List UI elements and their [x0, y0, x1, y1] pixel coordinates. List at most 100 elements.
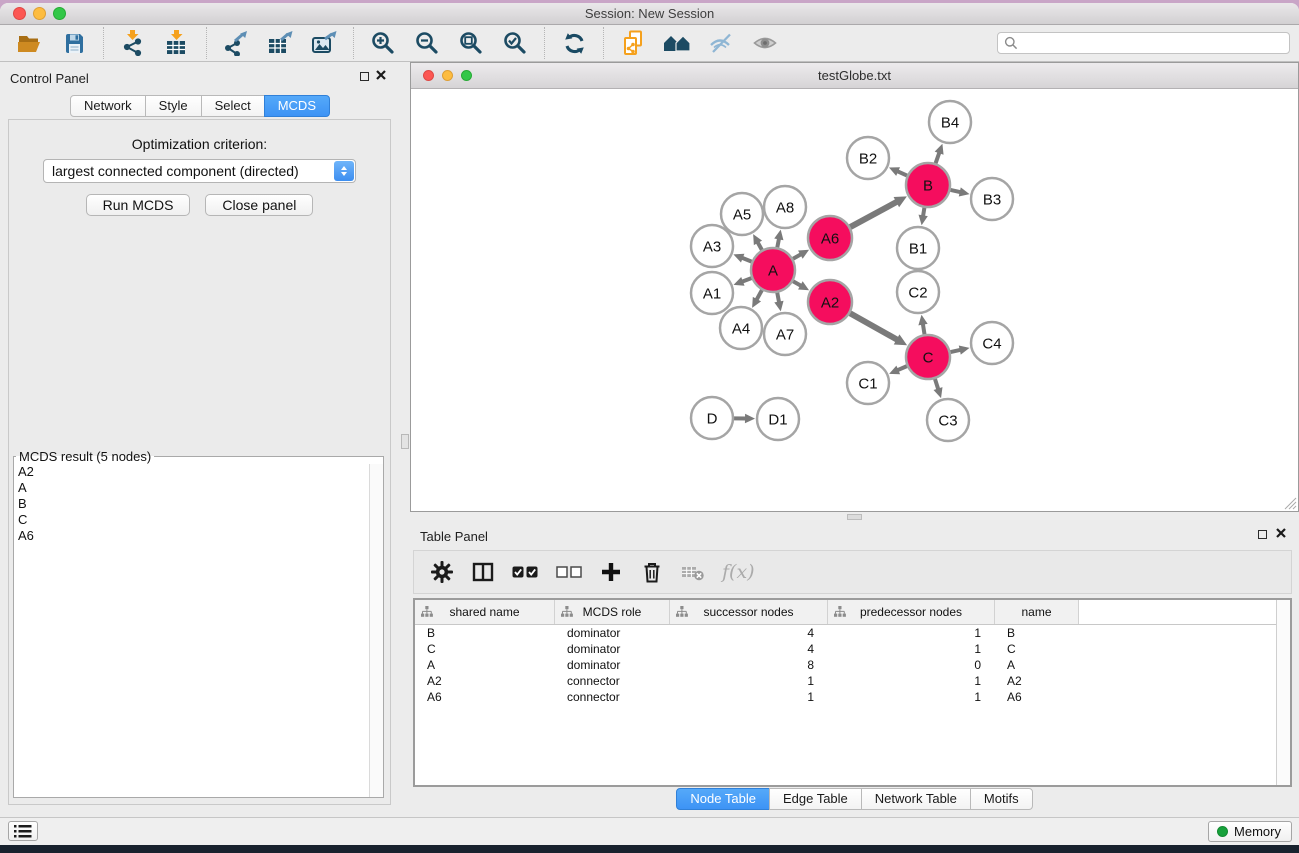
network-canvas[interactable]: B4B2BB3A5A8A6A3B1AA1C2A2A4A7C4CC1DD1C3 [411, 89, 1298, 511]
close-window-button[interactable] [13, 7, 26, 20]
network-graph[interactable]: B4B2BB3A5A8A6A3B1AA1C2A2A4A7C4CC1DD1C3 [411, 89, 1296, 511]
select-all-columns-button[interactable] [512, 559, 539, 585]
tab-style[interactable]: Style [145, 95, 202, 117]
network-close-button[interactable] [423, 70, 434, 81]
zoom-window-button[interactable] [53, 7, 66, 20]
deselect-all-columns-button[interactable] [556, 559, 582, 585]
cell-predecessor-nodes[interactable]: 0 [828, 658, 995, 672]
cell-predecessor-nodes[interactable]: 1 [828, 626, 995, 640]
float-panel-icon[interactable] [360, 72, 369, 81]
show-all-button[interactable] [746, 26, 784, 60]
column-header-mcds-role[interactable]: MCDS role [555, 600, 670, 624]
cell-mcds-role[interactable]: dominator [555, 658, 670, 672]
cell-shared-name[interactable]: A2 [415, 674, 555, 688]
export-table-button[interactable] [261, 26, 299, 60]
zoom-selected-button[interactable] [496, 26, 534, 60]
split-columns-button[interactable] [471, 559, 495, 585]
refresh-network-button[interactable] [555, 26, 593, 60]
cell-name[interactable]: A2 [995, 674, 1079, 688]
cell-shared-name[interactable]: A [415, 658, 555, 672]
tab-motifs[interactable]: Motifs [970, 788, 1033, 810]
import-table-button[interactable] [158, 26, 196, 60]
tab-select[interactable]: Select [201, 95, 265, 117]
table-scrollbar[interactable] [1276, 600, 1290, 785]
cell-shared-name[interactable]: C [415, 642, 555, 656]
duplicate-network-button[interactable] [614, 26, 652, 60]
networks-home-button[interactable] [658, 26, 696, 60]
table-settings-button[interactable] [430, 559, 454, 585]
edge-C-C4[interactable] [950, 350, 961, 352]
mcds-result-item[interactable]: A [14, 480, 370, 496]
open-session-button[interactable] [11, 26, 49, 60]
tab-mcds[interactable]: MCDS [264, 95, 330, 117]
table-row[interactable]: Bdominator41B [415, 625, 1290, 641]
cell-successor-nodes[interactable]: 4 [670, 626, 828, 640]
splitter-grip-icon[interactable] [401, 434, 409, 449]
zoom-in-button[interactable] [364, 26, 402, 60]
optimization-criterion-select[interactable]: largest connected component (directed) [43, 159, 356, 183]
close-panel-button[interactable]: Close panel [205, 194, 313, 216]
mcds-result-item[interactable]: B [14, 496, 370, 512]
hide-selected-button[interactable] [702, 26, 740, 60]
mcds-result-item[interactable]: A2 [14, 464, 370, 480]
column-header-name[interactable]: name [995, 600, 1079, 624]
mcds-result-list[interactable]: A2ABCA6 [14, 464, 370, 797]
edge-B-B2[interactable] [897, 171, 907, 176]
edge-A-A1[interactable] [741, 278, 751, 282]
table-row[interactable]: Adominator80A [415, 657, 1290, 673]
column-header-shared-name[interactable]: shared name [415, 600, 555, 624]
edge-A6-B[interactable] [850, 201, 897, 227]
cell-name[interactable]: A [995, 658, 1079, 672]
cell-successor-nodes[interactable]: 1 [670, 690, 828, 704]
search-box[interactable] [997, 32, 1290, 54]
mcds-result-item[interactable]: A6 [14, 528, 370, 544]
memory-button[interactable]: Memory [1208, 821, 1292, 842]
edge-A-A4[interactable] [756, 290, 762, 300]
cell-successor-nodes[interactable]: 4 [670, 642, 828, 656]
save-session-button[interactable] [55, 26, 93, 60]
close-panel-icon[interactable] [1276, 528, 1286, 538]
float-panel-icon[interactable] [1258, 530, 1267, 539]
cell-predecessor-nodes[interactable]: 1 [828, 690, 995, 704]
zoom-fit-button[interactable] [452, 26, 490, 60]
minimize-window-button[interactable] [33, 7, 46, 20]
mcds-result-item[interactable]: C [14, 512, 370, 528]
cell-name[interactable]: A6 [995, 690, 1079, 704]
edge-A2-C[interactable] [850, 313, 898, 340]
task-history-button[interactable] [8, 821, 38, 841]
cell-successor-nodes[interactable]: 1 [670, 674, 828, 688]
zoom-out-button[interactable] [408, 26, 446, 60]
search-input[interactable] [1018, 35, 1289, 52]
tab-network-table[interactable]: Network Table [861, 788, 971, 810]
resize-grip-icon[interactable] [1284, 497, 1297, 510]
cell-predecessor-nodes[interactable]: 1 [828, 674, 995, 688]
vertical-splitter[interactable] [400, 62, 410, 818]
cell-mcds-role[interactable]: connector [555, 690, 670, 704]
cell-shared-name[interactable]: A6 [415, 690, 555, 704]
function-builder-button[interactable]: f(x) [722, 559, 755, 585]
tab-node-table[interactable]: Node Table [676, 788, 770, 810]
delete-table-button[interactable] [681, 559, 705, 585]
cell-name[interactable]: C [995, 642, 1079, 656]
tab-edge-table[interactable]: Edge Table [769, 788, 862, 810]
cell-mcds-role[interactable]: dominator [555, 626, 670, 640]
table-row[interactable]: Cdominator41C [415, 641, 1290, 657]
add-column-button[interactable] [599, 559, 623, 585]
export-image-button[interactable] [305, 26, 343, 60]
cell-name[interactable]: B [995, 626, 1079, 640]
edge-A-A3[interactable] [741, 258, 751, 262]
delete-column-button[interactable] [640, 559, 664, 585]
cell-predecessor-nodes[interactable]: 1 [828, 642, 995, 656]
network-minimize-button[interactable] [442, 70, 453, 81]
column-header-predecessor-nodes[interactable]: predecessor nodes [828, 600, 995, 624]
tab-network[interactable]: Network [70, 95, 146, 117]
cell-shared-name[interactable]: B [415, 626, 555, 640]
edge-B-B4[interactable] [936, 152, 940, 164]
run-mcds-button[interactable]: Run MCDS [86, 194, 191, 216]
export-network-button[interactable] [217, 26, 255, 60]
edge-B-B3[interactable] [950, 190, 961, 192]
edge-C-C1[interactable] [897, 366, 907, 370]
mcds-result-scrollbar[interactable] [369, 464, 383, 797]
import-network-button[interactable] [114, 26, 152, 60]
table-row[interactable]: A2connector11A2 [415, 673, 1290, 689]
